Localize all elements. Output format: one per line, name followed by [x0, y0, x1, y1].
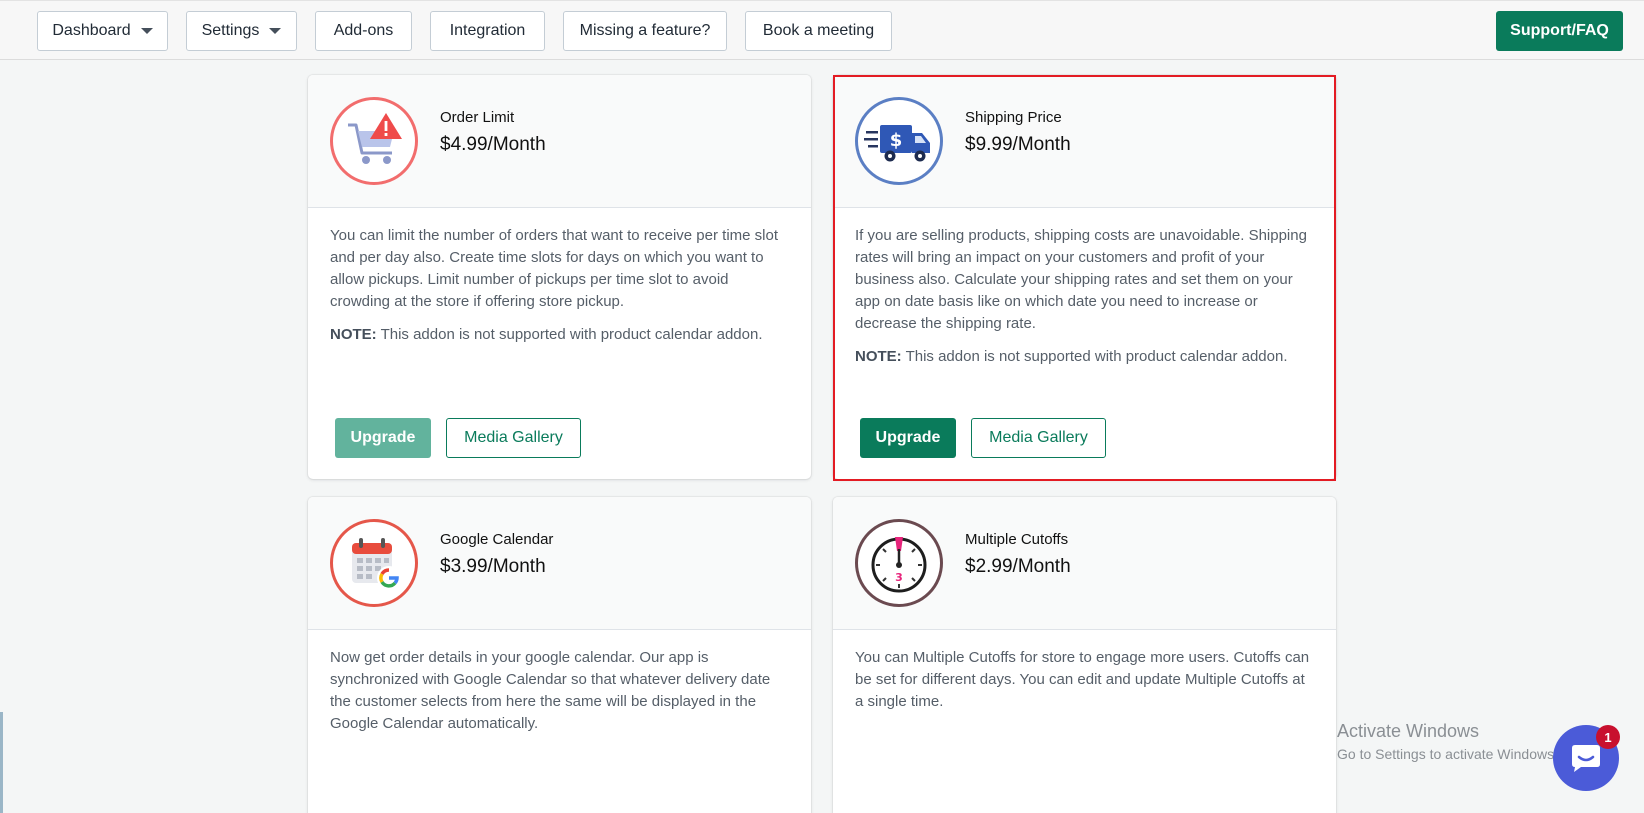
- google-calendar-icon: [330, 519, 418, 607]
- settings-label: Settings: [201, 22, 260, 39]
- note-text: This addon is not supported with product…: [376, 326, 763, 343]
- upgrade-button[interactable]: Upgrade: [335, 418, 431, 458]
- top-nav-bar: Dashboard Settings Add-ons Integration M…: [0, 0, 1644, 60]
- stopwatch-icon: 3: [855, 519, 943, 607]
- card-price: $3.99/Month: [440, 556, 546, 577]
- card-price: $9.99/Month: [965, 134, 1071, 155]
- card-title: Google Calendar: [440, 531, 554, 548]
- activate-windows-title: Activate Windows: [1337, 721, 1480, 741]
- card-description: You can Multiple Cutoffs for store to en…: [855, 647, 1314, 713]
- note-label: NOTE:: [330, 326, 377, 343]
- note-label: NOTE:: [855, 348, 902, 365]
- missing-feature-button[interactable]: Missing a feature?: [563, 11, 727, 51]
- caret-down-icon: [140, 28, 153, 34]
- card-title: Multiple Cutoffs: [965, 531, 1069, 548]
- card-price: $2.99/Month: [965, 556, 1071, 577]
- addon-card-google-calendar: Google Calendar $3.99/Month Now get orde…: [308, 497, 811, 813]
- addon-card-multiple-cutoffs: 3 Multiple Cutoffs $2.99/Month You can M…: [833, 497, 1336, 813]
- activate-windows-subtitle: Go to Settings to activate Windows.: [1337, 746, 1558, 762]
- card-price: $4.99/Month: [440, 134, 546, 155]
- media-gallery-button[interactable]: Media Gallery: [446, 418, 581, 458]
- card-note: NOTE: This addon is not supported with p…: [330, 324, 789, 346]
- card-header: Order Limit $4.99/Month: [308, 75, 811, 208]
- card-description: You can limit the number of orders that …: [330, 225, 789, 346]
- description-text: You can Multiple Cutoffs for store to en…: [855, 649, 1310, 710]
- card-description: If you are selling products, shipping co…: [855, 225, 1314, 368]
- description-text: You can limit the number of orders that …: [330, 227, 779, 310]
- caret-down-icon: [269, 28, 282, 34]
- card-header: Google Calendar $3.99/Month: [308, 497, 811, 630]
- delivery-truck-icon: $: [855, 97, 943, 185]
- description-text: Now get order details in your google cal…: [330, 649, 771, 732]
- support-faq-button[interactable]: Support/FAQ: [1496, 11, 1623, 51]
- book-meeting-button[interactable]: Book a meeting: [745, 11, 892, 51]
- description-text: If you are selling products, shipping co…: [855, 227, 1307, 332]
- card-note: NOTE: This addon is not supported with p…: [855, 346, 1314, 368]
- card-title: Shipping Price: [965, 109, 1062, 126]
- note-text: This addon is not supported with product…: [901, 348, 1288, 365]
- card-header: $ Shipping Price $9.99/Month: [833, 75, 1336, 208]
- window-edge: [0, 712, 3, 813]
- settings-dropdown[interactable]: Settings: [186, 11, 297, 51]
- card-description: Now get order details in your google cal…: [330, 647, 789, 735]
- dashboard-label: Dashboard: [52, 22, 131, 39]
- addons-button[interactable]: Add-ons: [315, 11, 412, 51]
- card-title: Order Limit: [440, 109, 515, 126]
- upgrade-button[interactable]: Upgrade: [860, 418, 956, 458]
- chat-notification-badge: 1: [1596, 725, 1620, 749]
- cart-warning-icon: [330, 97, 418, 185]
- addon-card-shipping-price: $ Shipping Price $9.99/Month If you are …: [833, 75, 1336, 479]
- svg-text:3: 3: [895, 571, 903, 584]
- chat-bubble-icon: [1572, 745, 1600, 772]
- card-header: 3 Multiple Cutoffs $2.99/Month: [833, 497, 1336, 630]
- svg-text:$: $: [890, 130, 903, 151]
- media-gallery-button[interactable]: Media Gallery: [971, 418, 1106, 458]
- addon-card-order-limit: Order Limit $4.99/Month You can limit th…: [308, 75, 811, 479]
- dashboard-dropdown[interactable]: Dashboard: [37, 11, 168, 51]
- integration-button[interactable]: Integration: [430, 11, 545, 51]
